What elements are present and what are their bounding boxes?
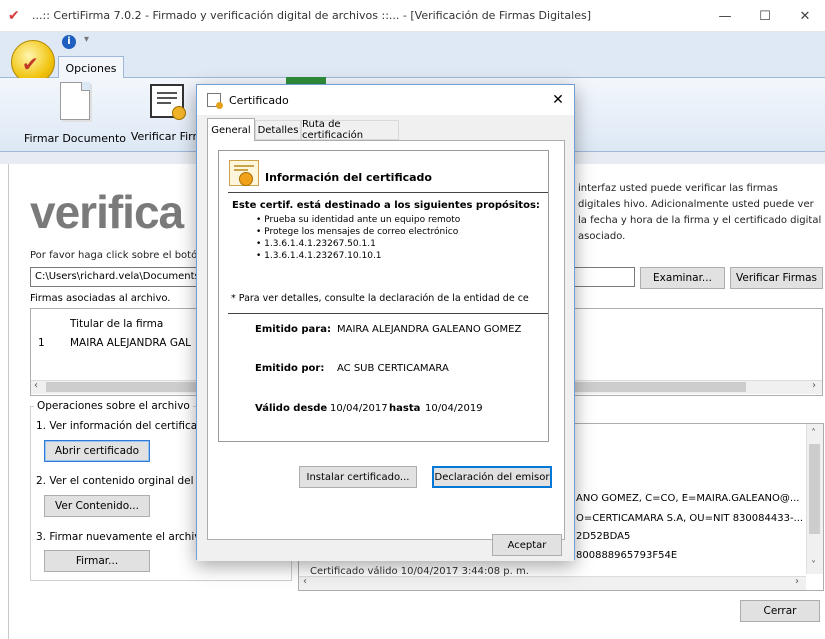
note-divider	[228, 313, 548, 314]
dialog-close-button[interactable]: ✕	[542, 85, 574, 115]
firmar-documento-button[interactable]: Firmar Documento	[20, 82, 130, 145]
certificate-badge-icon	[229, 160, 259, 186]
certificate-info-heading: Información del certificado	[265, 171, 432, 184]
document-icon	[60, 82, 90, 120]
purposes-heading: Este certif. está destinado a los siguie…	[232, 200, 540, 211]
info-scroll-thumb[interactable]	[809, 444, 820, 534]
scroll-down-icon[interactable]: ˅	[811, 560, 816, 571]
grid-header-titular[interactable]: Titular de la firma	[70, 318, 163, 330]
step1-label: 1. Ver información del certificado	[36, 420, 211, 432]
minimize-button[interactable]: —	[705, 0, 745, 32]
scroll-up-icon[interactable]: ˄	[811, 428, 816, 439]
step3-label: 3. Firmar nuevamente el archivo v	[36, 531, 217, 543]
qat-dropdown-icon[interactable]: ▾	[84, 34, 89, 45]
heading-divider	[228, 192, 548, 193]
ver-contenido-button[interactable]: Ver Contenido...	[44, 495, 150, 517]
checkmark-icon: ✔	[22, 52, 39, 76]
firmar-button[interactable]: Firmar...	[44, 550, 150, 572]
issued-by-label: Emitido por:	[255, 363, 325, 374]
tab-detalles[interactable]: Detalles	[255, 120, 301, 140]
window-titlebar: ✔ ...:: CertiFirma 7.0.2 - Firmado y ver…	[0, 0, 825, 32]
info-issuer-line: O=CERTICAMARA S.A, OU=NIT 830084433-...	[576, 513, 804, 524]
info-thumbprint-line: 800888965793F54E	[576, 550, 678, 561]
info-horizontal-scrollbar[interactable]	[299, 576, 806, 590]
firmas-label: Firmas asociadas al archivo.	[30, 293, 171, 304]
examinar-button[interactable]: Examinar...	[640, 267, 725, 289]
issued-to-value: MAIRA ALEJANDRA GALEANO GOMEZ	[337, 324, 522, 335]
firmar-documento-label: Firmar Documento	[23, 132, 127, 145]
verificar-firmas-ribbon-button[interactable]: Verificar Firm	[130, 82, 204, 143]
info-icon[interactable]: i	[62, 35, 76, 49]
tab-opciones[interactable]: Opciones	[58, 56, 124, 79]
certificate-icon	[207, 93, 223, 109]
grid-row-number[interactable]: 1	[38, 337, 45, 349]
quick-access-toolbar	[0, 32, 825, 54]
issuer-statement-button[interactable]: Declaración del emisor	[432, 466, 552, 488]
scroll-right-icon[interactable]: ›	[812, 380, 816, 391]
dialog-titlebar: Certificado	[197, 85, 574, 115]
instruction-text: Por favor haga click sobre el botón	[30, 250, 204, 261]
operations-legend: Operaciones sobre el archivo	[34, 400, 193, 412]
valid-to-value: 10/04/2019	[425, 403, 483, 414]
info-serial-line: 2D52BDA5	[576, 531, 631, 542]
grid-row-name[interactable]: MAIRA ALEJANDRA GAL	[70, 337, 191, 349]
step2-label: 2. Ver el contenido orginal del ar	[36, 475, 208, 487]
close-window-button[interactable]: ✕	[785, 0, 825, 32]
valid-from-value: 10/04/2017	[330, 403, 388, 414]
abrir-certificado-button[interactable]: Abrir certificado	[44, 440, 150, 462]
info-subject-line: ANO GOMEZ, C=CO, E=MAIRA.GALEANO@...	[576, 493, 800, 504]
purpose-item: • Protege los mensajes de correo electró…	[256, 227, 459, 237]
purpose-item: • 1.3.6.1.4.1.23267.10.10.1	[256, 251, 382, 261]
valid-to-label: hasta	[389, 403, 421, 414]
dialog-title: Certificado	[229, 93, 289, 107]
app-logo-icon: ✔	[8, 7, 20, 24]
accept-button[interactable]: Aceptar	[492, 534, 562, 556]
window-title: ...:: CertiFirma 7.0.2 - Firmado y verif…	[32, 9, 592, 22]
verifica-logo: verifica	[30, 186, 184, 238]
purpose-item: • 1.3.6.1.4.1.23267.50.1.1	[256, 239, 376, 249]
verificar-firmas-button[interactable]: Verificar Firmas	[730, 267, 823, 289]
valid-from-label: Válido desde	[255, 403, 328, 414]
purpose-item: • Prueba su identidad ante un equipo rem…	[256, 215, 461, 225]
cerrar-button[interactable]: Cerrar	[740, 600, 820, 622]
issued-to-label: Emitido para:	[255, 324, 331, 335]
details-note: * Para ver detalles, consulte la declara…	[231, 293, 529, 304]
maximize-button[interactable]: ☐	[745, 0, 785, 32]
install-certificate-button[interactable]: Instalar certificado...	[299, 466, 417, 488]
tab-general[interactable]: General	[207, 118, 255, 141]
issued-by-value: AC SUB CERTICAMARA	[337, 363, 449, 374]
scroll-left-icon[interactable]: ‹	[34, 380, 38, 391]
tab-ruta-certificacion[interactable]: Ruta de certificación	[301, 119, 399, 141]
verify-document-icon	[150, 84, 186, 120]
info-scroll-right-icon[interactable]: ›	[795, 576, 799, 587]
info-scroll-left-icon[interactable]: ‹	[303, 576, 307, 587]
verificar-ribbon-label: Verificar Firm	[130, 130, 204, 143]
description-text: interfaz usted puede verificar las firma…	[578, 183, 822, 242]
